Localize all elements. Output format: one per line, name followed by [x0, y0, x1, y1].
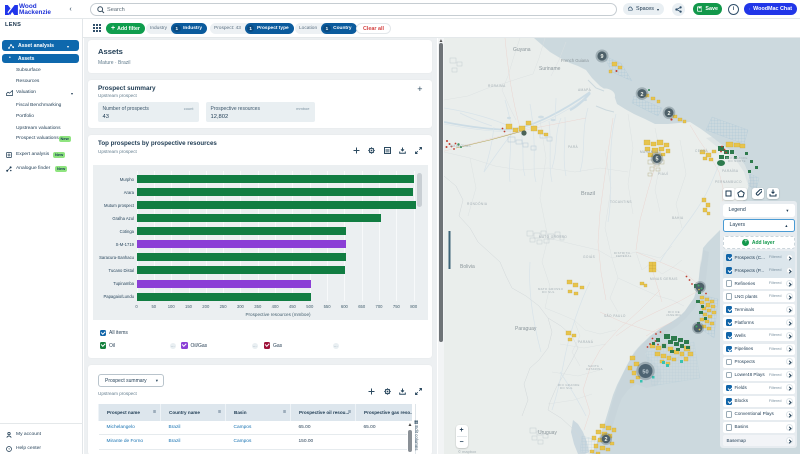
svg-text:RORAIMA: RORAIMA [488, 84, 506, 88]
svg-text:GOIÁS: GOIÁS [583, 255, 595, 259]
svg-text:RIO DEJANEIRO: RIO DEJANEIRO [666, 310, 681, 317]
svg-text:PARAÍBA: PARAÍBA [722, 169, 739, 173]
svg-text:PIAUÍ: PIAUÍ [658, 172, 668, 176]
svg-text:MINAS GERAIS: MINAS GERAIS [650, 277, 678, 281]
svg-text:Uruguay: Uruguay [538, 430, 557, 436]
svg-text:9: 9 [601, 54, 604, 60]
svg-text:2: 2 [668, 111, 671, 117]
svg-text:PARANÁ: PARANÁ [578, 340, 594, 344]
svg-text:Brazil: Brazil [581, 191, 595, 197]
svg-text:CEARÁ: CEARÁ [695, 149, 708, 153]
svg-text:RIO GRANDEDO NORTE: RIO GRANDEDO NORTE [726, 156, 748, 163]
svg-text:AMAZONAS: AMAZONAS [450, 144, 471, 148]
svg-text:PERNAMBUCO: PERNAMBUCO [715, 180, 742, 184]
svg-text:2: 2 [605, 437, 608, 443]
svg-text:French Guiana: French Guiana [561, 58, 589, 63]
svg-text:AMAPÁ: AMAPÁ [578, 88, 592, 92]
svg-text:Suriname: Suriname [539, 66, 561, 72]
svg-text:Paraguay: Paraguay [515, 326, 537, 332]
svg-text:© mapbox: © mapbox [458, 449, 476, 454]
svg-text:SÃO PAULO: SÃO PAULO [604, 313, 626, 318]
svg-text:5: 5 [656, 157, 659, 163]
svg-text:BAHIA: BAHIA [672, 216, 684, 220]
svg-text:TOCANTINS: TOCANTINS [610, 200, 632, 204]
svg-text:Bolivia: Bolivia [460, 264, 475, 270]
svg-text:DISTRITOFEDERAL: DISTRITOFEDERAL [614, 251, 632, 258]
svg-text:RONDÔNIA: RONDÔNIA [467, 201, 488, 206]
svg-text:MARANHÃO: MARANHÃO [640, 149, 662, 154]
svg-text:Guyana: Guyana [513, 47, 531, 53]
svg-text:50: 50 [642, 369, 648, 375]
svg-text:2: 2 [641, 92, 644, 98]
svg-text:PARÁ: PARÁ [568, 145, 579, 149]
svg-text:MATO GROSSO: MATO GROSSO [539, 235, 567, 239]
svg-text:?: ? [8, 447, 10, 451]
